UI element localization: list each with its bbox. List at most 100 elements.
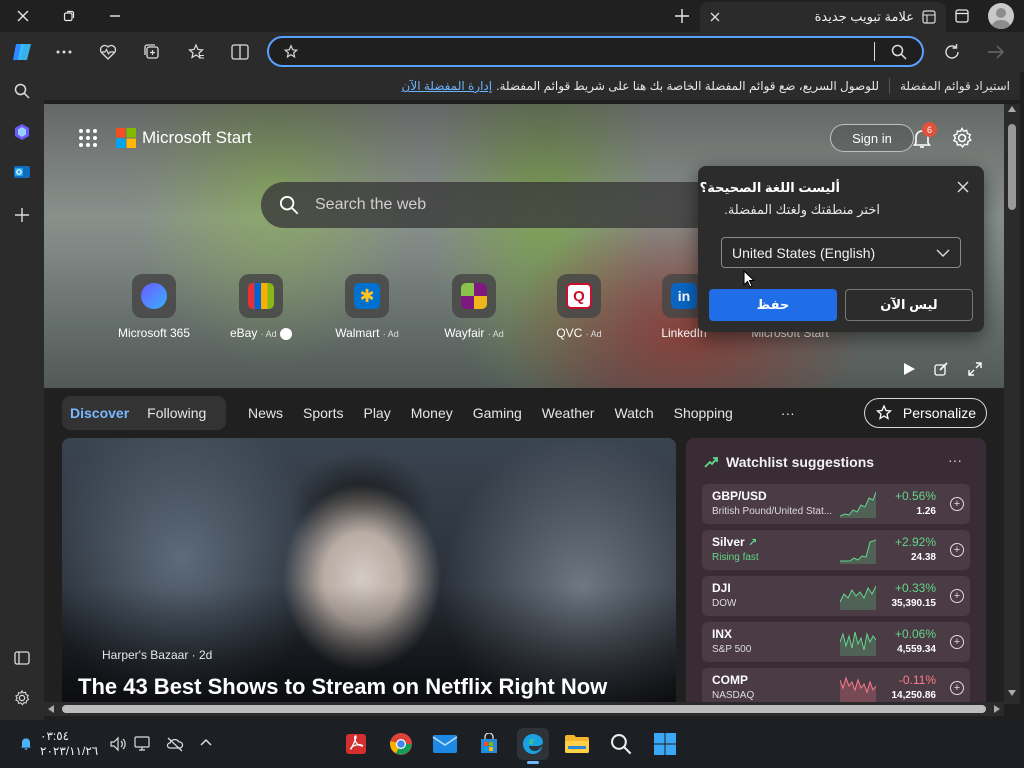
user-icon	[991, 8, 1011, 29]
tab-discover[interactable]: Discover	[70, 405, 129, 421]
new-tab-button[interactable]	[660, 0, 704, 32]
sparkle-star-icon	[875, 404, 892, 420]
forward-button[interactable]	[980, 38, 1012, 66]
add-to-watchlist-button[interactable]: +	[950, 543, 964, 557]
star-outline-icon	[283, 44, 299, 59]
taskbar-search[interactable]	[605, 728, 637, 760]
sidebar-toggle-button[interactable]	[6, 642, 38, 674]
article-title[interactable]: The 43 Best Shows to Stream on Netflix R…	[78, 674, 607, 700]
tile-qvc[interactable]: Q QVC · Ad	[529, 274, 629, 340]
tile-label-text: Walmart	[335, 326, 380, 340]
play-background-button[interactable]	[902, 362, 916, 376]
import-favorites-button[interactable]: استيراد قوائم المفضلة	[900, 79, 1010, 93]
brand-name[interactable]: Microsoft Start	[142, 128, 252, 148]
tile-wayfair[interactable]: Wayfair · Ad	[424, 274, 524, 340]
tab-new-tab[interactable]: علامة تبويب جديدة	[700, 2, 946, 32]
manage-favorites-link[interactable]: إدارة المفضلة الآن	[402, 79, 493, 93]
taskbar-edge[interactable]	[517, 728, 549, 760]
nav-sports[interactable]: Sports	[303, 405, 343, 421]
web-search-box[interactable]: Search the web	[261, 182, 731, 228]
tile-label: Microsoft 365	[104, 326, 204, 340]
collections-button[interactable]	[136, 38, 168, 66]
watchlist-more-button[interactable]: ···	[948, 452, 962, 468]
add-to-watchlist-button[interactable]: +	[950, 635, 964, 649]
more-menu-button[interactable]	[48, 38, 80, 66]
microsoft-logo-icon	[116, 128, 136, 148]
horizontal-scroll-thumb[interactable]	[62, 705, 986, 713]
tile-microsoft-365[interactable]: Microsoft 365	[104, 274, 204, 340]
page-settings-button[interactable]	[950, 126, 974, 150]
scroll-down-arrow[interactable]	[1008, 690, 1016, 698]
popup-close-button[interactable]	[954, 178, 972, 196]
sidebar-copilot-button[interactable]	[6, 116, 38, 148]
nav-watch[interactable]: Watch	[614, 405, 653, 421]
featured-article-card[interactable]: Harper's Bazaar · 2d The 43 Best Shows t…	[62, 438, 676, 704]
add-to-watchlist-button[interactable]: +	[950, 589, 964, 603]
add-favorite-button[interactable]	[283, 44, 299, 60]
nav-more-button[interactable]: ···	[781, 405, 795, 421]
address-search-button[interactable]	[891, 44, 907, 60]
taskbar-chrome[interactable]	[385, 728, 417, 760]
sparkline-chart	[840, 491, 876, 518]
watchlist-row[interactable]: GBP/USD British Pound/United Stat... +0.…	[702, 484, 970, 524]
expand-button[interactable]	[968, 362, 982, 376]
watchlist-row[interactable]: INX S&P 500 +0.06% 4,559.34 +	[702, 622, 970, 662]
not-now-button[interactable]: ليس الآن	[845, 289, 973, 321]
refresh-button[interactable]	[936, 38, 968, 66]
split-screen-button[interactable]	[224, 38, 256, 66]
profile-avatar[interactable]	[988, 3, 1014, 29]
taskbar-mail[interactable]	[429, 728, 461, 760]
browser-essentials-button[interactable]	[92, 38, 124, 66]
sidebar-add-button[interactable]	[6, 199, 38, 231]
add-to-watchlist-button[interactable]: +	[950, 497, 964, 511]
region-select[interactable]: United States (English)	[721, 237, 961, 268]
favorites-button[interactable]	[180, 38, 212, 66]
watchlist-row[interactable]: DJI DOW +0.33% 35,390.15 +	[702, 576, 970, 616]
tab-following[interactable]: Following	[147, 405, 206, 421]
minimize-window-button[interactable]	[92, 0, 138, 32]
nav-news[interactable]: News	[248, 405, 283, 421]
scroll-up-arrow[interactable]	[1008, 106, 1016, 114]
network-button[interactable]	[166, 736, 184, 752]
taskbar-acrobat[interactable]	[340, 728, 372, 760]
sidebar-settings-button[interactable]	[6, 682, 38, 714]
scroll-right-arrow[interactable]	[994, 705, 1000, 713]
restore-window-button[interactable]	[46, 0, 92, 32]
vertical-scroll-thumb[interactable]	[1008, 124, 1016, 210]
taskbar-file-explorer[interactable]	[561, 728, 593, 760]
nav-money[interactable]: Money	[411, 405, 453, 421]
tile-ebay[interactable]: eBay · Ad	[211, 274, 311, 340]
app-launcher-button[interactable]	[78, 128, 98, 148]
nav-weather[interactable]: Weather	[542, 405, 595, 421]
show-hidden-icons-button[interactable]	[200, 738, 212, 746]
tab-actions-button[interactable]	[942, 0, 982, 32]
search-icon	[279, 195, 299, 215]
edit-background-button[interactable]	[934, 362, 948, 376]
watchlist-row[interactable]: Silver ↗ Rising fast +2.92% 24.38 +	[702, 530, 970, 570]
display-button[interactable]	[134, 736, 152, 752]
close-window-button[interactable]	[0, 0, 46, 32]
taskbar-store[interactable]	[473, 728, 505, 760]
scroll-left-arrow[interactable]	[48, 705, 54, 713]
taskbar-start-button[interactable]	[649, 728, 681, 760]
quote-change: +2.92%	[894, 535, 936, 549]
add-to-watchlist-button[interactable]: +	[950, 681, 964, 695]
nav-shopping[interactable]: Shopping	[674, 405, 733, 421]
sidebar-search-button[interactable]	[6, 75, 38, 107]
quote-price: 14,250.86	[891, 690, 937, 701]
watchlist-row[interactable]: COMP NASDAQ -0.11% 14,250.86 +	[702, 668, 970, 704]
notifications-tray-button[interactable]	[18, 734, 34, 752]
address-bar[interactable]	[267, 36, 924, 67]
nav-play[interactable]: Play	[363, 405, 390, 421]
taskbar-clock[interactable]: ٠٣:٥٤ ٢٠٢٣/١١/٢٦	[40, 729, 98, 759]
tab-actions-icon	[955, 9, 969, 23]
tab-close-button[interactable]	[710, 12, 720, 22]
nav-gaming[interactable]: Gaming	[473, 405, 522, 421]
copilot-button[interactable]	[6, 38, 38, 66]
sign-in-button[interactable]: Sign in	[830, 124, 914, 152]
volume-button[interactable]	[110, 736, 126, 752]
sidebar-outlook-button[interactable]	[6, 156, 38, 188]
save-button[interactable]: حفظ	[709, 289, 837, 321]
tile-walmart[interactable]: ✱ Walmart · Ad	[317, 274, 417, 340]
personalize-button[interactable]: Personalize	[864, 398, 987, 428]
